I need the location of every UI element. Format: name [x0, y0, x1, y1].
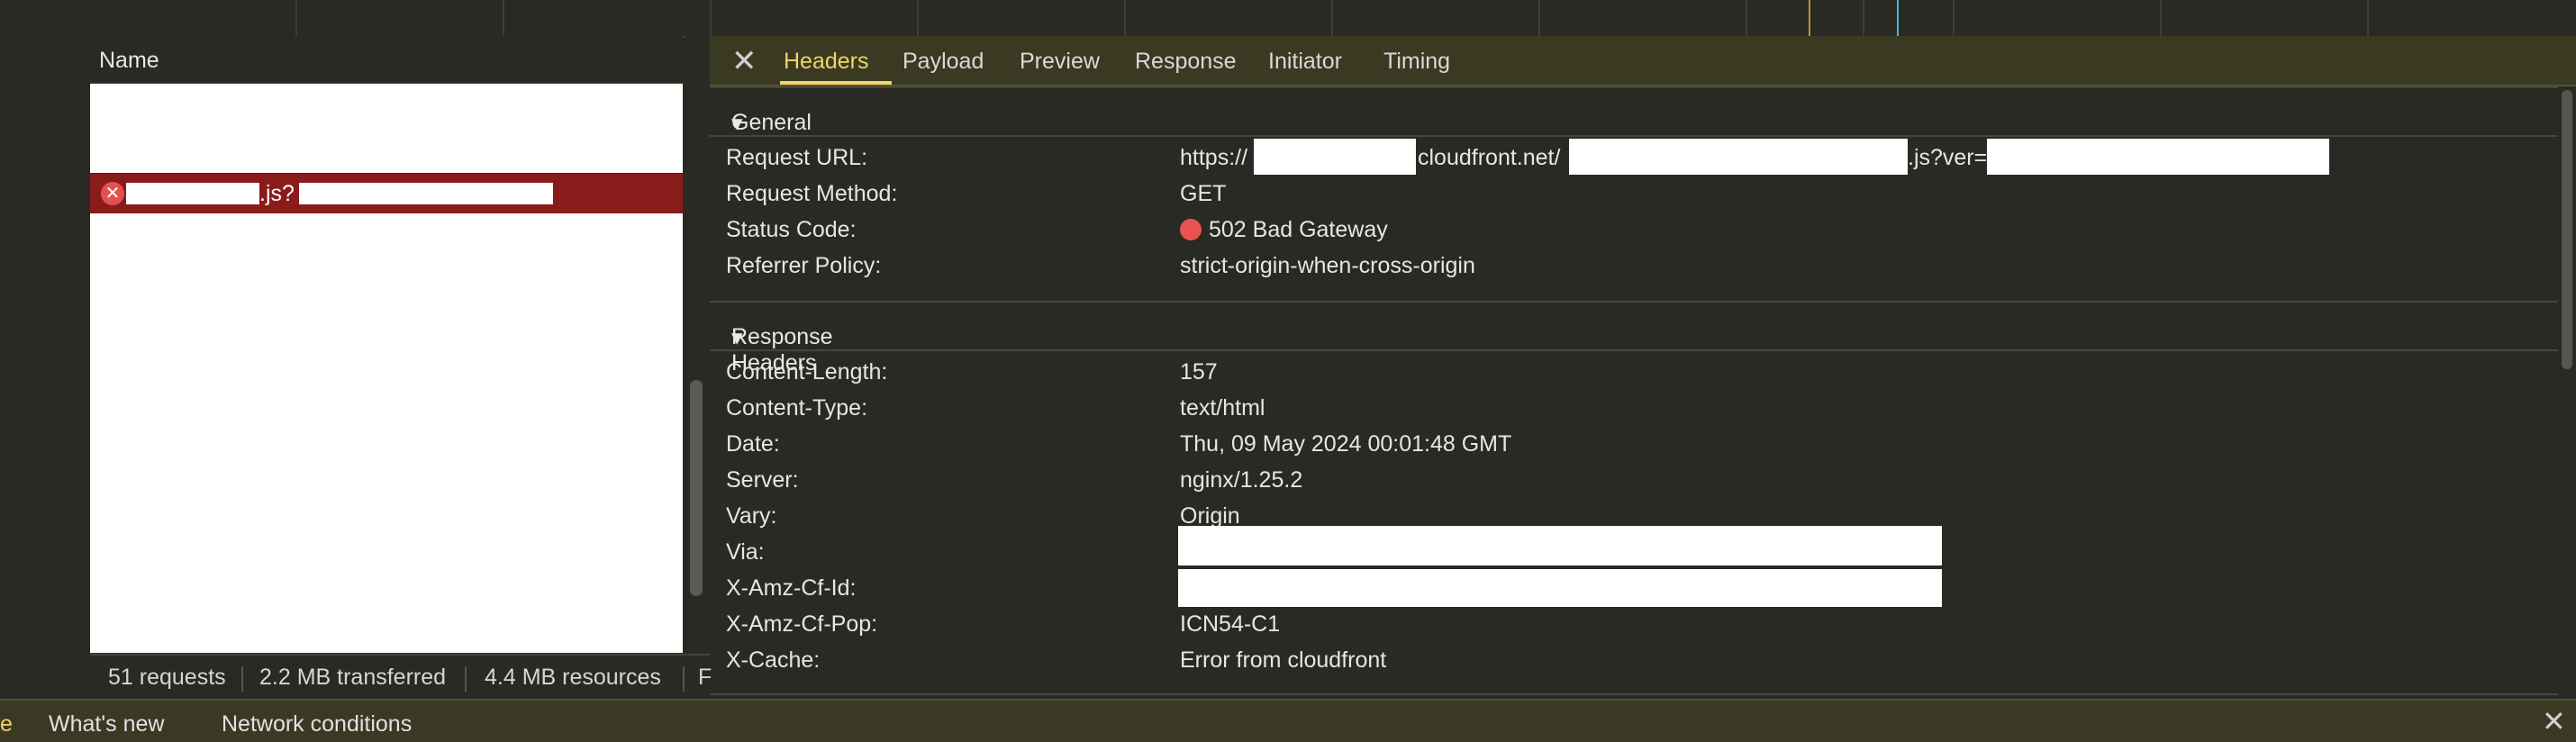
timeline-marker: [1897, 0, 1899, 36]
redacted-path: [1569, 139, 1908, 175]
timeline-gridline: [710, 0, 712, 36]
requests-count: 51 requests: [108, 665, 226, 690]
request-filename-fragment: .js?: [259, 181, 295, 206]
scrollbar-thumb[interactable]: [2562, 90, 2572, 369]
tab-payload[interactable]: Payload: [903, 49, 984, 75]
amz-cf-pop-value: ICN54-C1: [1180, 611, 1281, 637]
general-section-header[interactable]: ▾ General: [710, 86, 2558, 137]
timeline-marker: [1809, 0, 1810, 36]
divider: [465, 666, 467, 692]
request-list-blank: [90, 84, 683, 173]
close-circle-icon: ✕: [101, 182, 124, 205]
via-key: Via:: [726, 539, 765, 565]
timeline-gridline: [1863, 0, 1864, 36]
name-column-label: Name: [99, 48, 159, 73]
timeline-gridline: [2160, 0, 2162, 36]
content-type-value: text/html: [1180, 395, 1265, 421]
response-headers-section-header[interactable]: ▾ Response Headers: [710, 301, 2558, 376]
tab-timing[interactable]: Timing: [1383, 49, 1450, 75]
details-tabbar: ✕ Headers Payload Preview Response Initi…: [710, 36, 2576, 86]
server-key: Server:: [726, 467, 799, 493]
redacted-via: [1178, 526, 1942, 566]
status-code-key: Status Code:: [726, 217, 857, 242]
status-text: 502 Bad Gateway: [1209, 217, 1388, 242]
request-method-value: GET: [1180, 181, 1227, 206]
divider: [710, 693, 2558, 695]
content-length-value: 157: [1180, 359, 1218, 385]
timeline-gridline: [295, 0, 297, 36]
redacted-filename: [126, 183, 259, 204]
timeline-gridline: [1538, 0, 1540, 36]
section-title: General: [731, 110, 812, 135]
redacted-host: [1254, 139, 1416, 175]
x-cache-value: Error from cloudfront: [1180, 647, 1387, 673]
timeline-overview[interactable]: [90, 0, 2576, 38]
timeline-gridline: [1746, 0, 1747, 36]
redacted-version: [1987, 139, 2329, 175]
name-column-header[interactable]: Name: [90, 36, 683, 85]
request-list-scrollbar[interactable]: [685, 36, 710, 663]
network-status-bar: 51 requests 2.2 MB transferred 4.4 MB re…: [90, 654, 712, 699]
drawer-tab-partial[interactable]: e: [0, 711, 13, 737]
status-code-value: 502 Bad Gateway: [1180, 217, 1388, 243]
drawer-tabbar: e What's new Network conditions ✕: [0, 699, 2576, 742]
request-list-blank: [90, 213, 683, 653]
date-key: Date:: [726, 431, 780, 457]
referrer-policy-value: strict-origin-when-cross-origin: [1180, 253, 1475, 278]
close-icon[interactable]: ✕: [731, 43, 757, 79]
vary-key: Vary:: [726, 503, 777, 529]
content-length-key: Content-Length:: [726, 359, 888, 385]
timeline-gridline: [503, 0, 504, 36]
tab-response[interactable]: Response: [1135, 49, 1237, 75]
server-value: nginx/1.25.2: [1180, 467, 1303, 493]
request-url-key: Request URL:: [726, 145, 868, 170]
details-scrollbar[interactable]: [2558, 86, 2576, 699]
drawer-tab-network-conditions[interactable]: Network conditions: [222, 711, 412, 737]
tab-headers[interactable]: Headers: [784, 49, 869, 75]
scrollbar-thumb[interactable]: [690, 380, 703, 596]
tab-preview[interactable]: Preview: [1020, 49, 1100, 75]
date-value: Thu, 09 May 2024 00:01:48 GMT: [1180, 431, 1512, 457]
active-tab-indicator: [780, 81, 892, 85]
tab-initiator[interactable]: Initiator: [1268, 49, 1342, 75]
request-method-key: Request Method:: [726, 181, 898, 206]
request-url-suffix: .js?ver=: [1908, 145, 1988, 170]
finish-time-partial: F: [698, 665, 712, 690]
transferred-size: 2.2 MB transferred: [259, 665, 447, 690]
timeline-gridline: [1124, 0, 1126, 36]
request-row-selected-error[interactable]: ✕ .js?: [90, 174, 683, 213]
divider: [241, 666, 243, 692]
drawer-tab-whats-new[interactable]: What's new: [49, 711, 164, 737]
left-gutter: [0, 0, 92, 663]
timeline-gridline: [2367, 0, 2369, 36]
resources-size: 4.4 MB resources: [485, 665, 661, 690]
amz-cf-id-key: X-Amz-Cf-Id:: [726, 575, 857, 601]
redacted-amz-cf-id: [1178, 569, 1942, 607]
timeline-gridline: [917, 0, 919, 36]
redacted-query: [299, 183, 553, 204]
referrer-policy-key: Referrer Policy:: [726, 253, 882, 278]
request-url-domain: cloudfront.net/: [1418, 145, 1561, 170]
divider: [683, 666, 685, 692]
amz-cf-pop-key: X-Amz-Cf-Pop:: [726, 611, 878, 637]
x-cache-key: X-Cache:: [726, 647, 821, 673]
status-dot-icon: [1180, 219, 1202, 240]
request-url-prefix: https://: [1180, 145, 1248, 170]
close-icon[interactable]: ✕: [2542, 704, 2566, 738]
content-type-key: Content-Type:: [726, 395, 868, 421]
timeline-gridline: [1953, 0, 1955, 36]
timeline-gridline: [1331, 0, 1333, 36]
